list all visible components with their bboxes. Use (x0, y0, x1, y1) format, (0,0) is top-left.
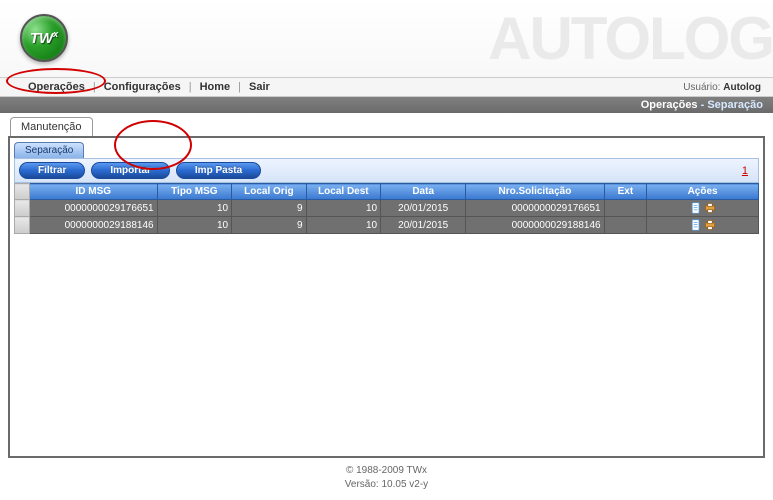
print-icon[interactable] (704, 219, 716, 231)
cell-ext (604, 217, 647, 234)
horizontal-scrollbar[interactable] (16, 434, 757, 450)
footer-version: Versão: 10.05 v2-y (0, 478, 773, 492)
cell-nro: 0000000029176651 (466, 200, 604, 217)
importar-button[interactable]: Importar (91, 162, 170, 179)
footer: © 1988-2009 TWx Versão: 10.05 v2-y (0, 458, 773, 492)
col-id-msg[interactable]: ID MSG (29, 184, 157, 200)
cell-id-msg: 0000000029176651 (29, 200, 157, 217)
view-icon[interactable] (690, 202, 702, 214)
col-data[interactable]: Data (381, 184, 466, 200)
cell-ext (604, 200, 647, 217)
user-info: Usuário: Autolog (683, 82, 761, 93)
data-grid: ID MSG Tipo MSG Local Orig Local Dest Da… (14, 183, 759, 234)
col-acoes[interactable]: Ações (647, 184, 759, 200)
menu-home[interactable]: Home (196, 81, 235, 93)
menu-sair[interactable]: Sair (245, 81, 274, 93)
breadcrumb: Operações - Separação (0, 97, 773, 113)
cell-dest: 10 (306, 200, 381, 217)
cell-actions (647, 200, 759, 217)
menu-configuracoes[interactable]: Configurações (100, 81, 185, 93)
row-handle[interactable] (15, 217, 30, 234)
cell-dest: 10 (306, 217, 381, 234)
menu-bar: Operações | Configurações | Home | Sair … (0, 78, 773, 97)
logo: TWx (20, 14, 68, 62)
table-row[interactable]: 00000000291881461091020/01/2015000000002… (15, 217, 759, 234)
filtrar-button[interactable]: Filtrar (19, 162, 85, 179)
toolbar: Filtrar Importar Imp Pasta 1 (14, 158, 759, 183)
cell-nro: 0000000029188146 (466, 217, 604, 234)
imp-pasta-button[interactable]: Imp Pasta (176, 162, 261, 179)
logo-sup: x (53, 29, 58, 39)
col-ext[interactable]: Ext (604, 184, 647, 200)
grid-header-row: ID MSG Tipo MSG Local Orig Local Dest Da… (15, 184, 759, 200)
grid-corner (15, 184, 30, 200)
menu-operacoes[interactable]: Operações (24, 81, 89, 93)
col-local-orig[interactable]: Local Orig (232, 184, 307, 200)
cell-orig: 9 (232, 200, 307, 217)
tab-manutencao[interactable]: Manutenção (10, 117, 93, 136)
footer-copyright: © 1988-2009 TWx (0, 464, 773, 478)
bg-brand-text: AUTOLOG (488, 0, 773, 78)
cell-orig: 9 (232, 217, 307, 234)
view-icon[interactable] (690, 219, 702, 231)
col-nro-solicitacao[interactable]: Nro.Solicitação (466, 184, 604, 200)
row-handle[interactable] (15, 200, 30, 217)
table-row[interactable]: 00000000291766511091020/01/2015000000002… (15, 200, 759, 217)
print-icon[interactable] (704, 202, 716, 214)
panel-main: Separação Filtrar Importar Imp Pasta 1 I… (8, 136, 765, 458)
col-local-dest[interactable]: Local Dest (306, 184, 381, 200)
cell-actions (647, 217, 759, 234)
col-tipo-msg[interactable]: Tipo MSG (157, 184, 232, 200)
subtab-separacao[interactable]: Separação (14, 142, 84, 158)
cell-id-msg: 0000000029188146 (29, 217, 157, 234)
page-number-link[interactable]: 1 (742, 165, 754, 177)
cell-tipo: 10 (157, 217, 232, 234)
cell-data: 20/01/2015 (381, 200, 466, 217)
cell-tipo: 10 (157, 200, 232, 217)
logo-text: TW (30, 30, 53, 47)
cell-data: 20/01/2015 (381, 217, 466, 234)
